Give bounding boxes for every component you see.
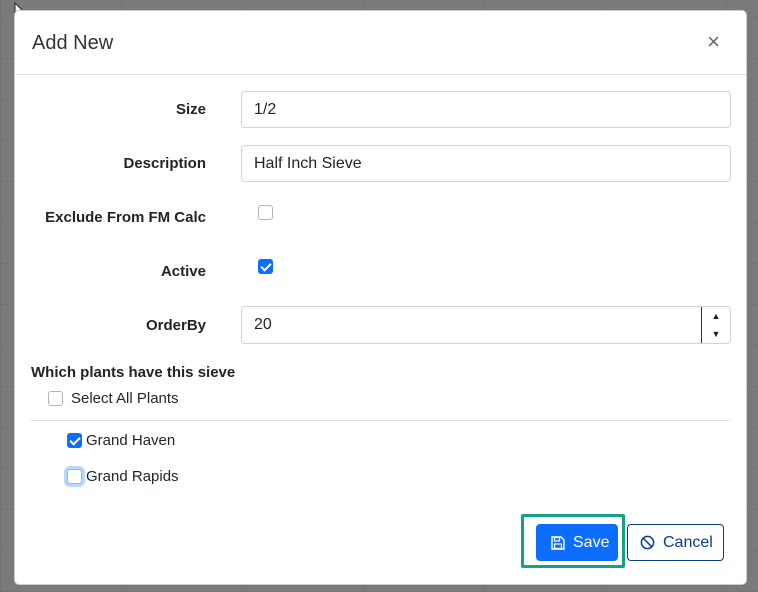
- add-new-dialog: Add New × Size Description Exclude From …: [14, 10, 747, 585]
- dialog-title: Add New: [32, 32, 114, 54]
- plant-label-grand-haven: Grand Haven: [86, 432, 176, 449]
- select-all-plants-checkbox[interactable]: [48, 391, 63, 406]
- section-divider: [31, 420, 730, 421]
- size-label: Size: [175, 101, 206, 118]
- cancel-button[interactable]: Cancel: [627, 524, 724, 561]
- orderby-spinner: ▲ ▼: [701, 307, 730, 343]
- cancel-button-label: Cancel: [663, 533, 713, 551]
- plant-checkbox-grand-haven[interactable]: [67, 433, 82, 448]
- select-all-plants-label: Select All Plants: [71, 390, 179, 407]
- plants-section-title: Which plants have this sieve: [31, 364, 236, 381]
- orderby-input[interactable]: [242, 307, 702, 343]
- spin-down-icon[interactable]: ▼: [702, 325, 730, 343]
- orderby-label: OrderBy: [145, 317, 206, 334]
- plant-label-grand-rapids: Grand Rapids: [86, 468, 179, 485]
- spin-up-icon[interactable]: ▲: [702, 307, 730, 325]
- description-label: Description: [123, 155, 206, 172]
- description-input[interactable]: [241, 145, 731, 182]
- orderby-number-field: ▲ ▼: [241, 306, 731, 344]
- close-button[interactable]: ×: [707, 31, 720, 53]
- plant-checkbox-grand-rapids[interactable]: [67, 469, 82, 484]
- active-label: Active: [160, 263, 206, 280]
- size-input[interactable]: [241, 91, 731, 128]
- dialog-header: Add New ×: [15, 11, 746, 75]
- save-button-label: Save: [573, 533, 610, 551]
- ban-icon: [640, 535, 655, 550]
- exclude-fm-calc-checkbox[interactable]: [258, 205, 273, 220]
- floppy-disk-icon: [551, 535, 565, 550]
- save-button[interactable]: Save: [536, 524, 618, 561]
- exclude-fm-calc-label: Exclude From FM Calc: [45, 209, 206, 226]
- active-checkbox[interactable]: [258, 259, 273, 274]
